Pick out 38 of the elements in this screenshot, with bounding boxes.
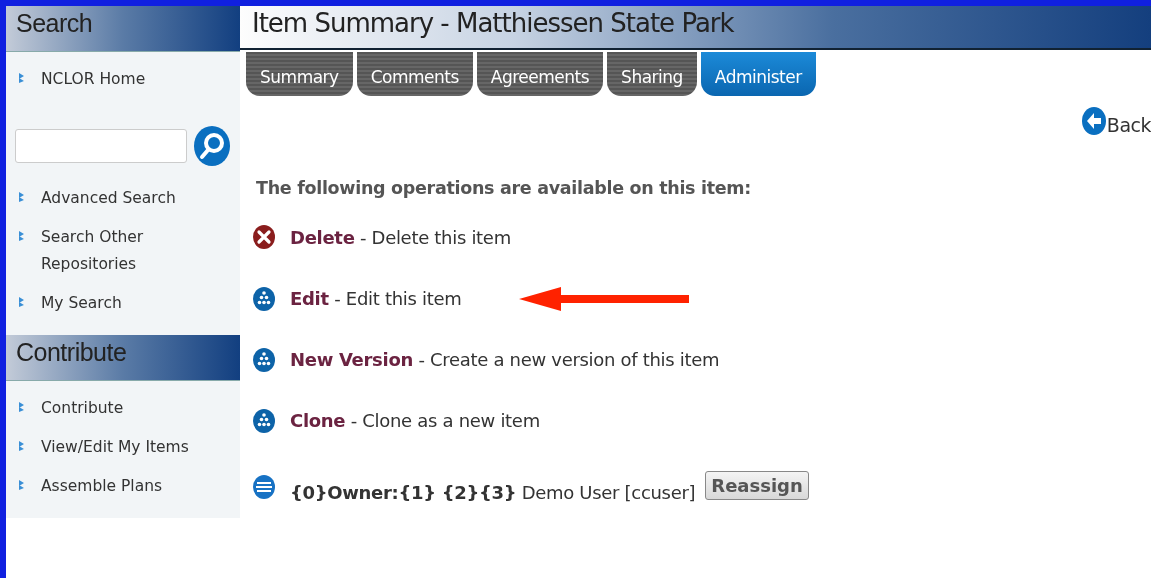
operation-text: Clone - Clone as a new item [290, 410, 540, 431]
sidebar-link[interactable]: Contribute [41, 395, 201, 422]
search-icon[interactable] [193, 125, 231, 167]
section-header: Search [6, 6, 240, 52]
sidebar-link[interactable]: View/Edit My Items [41, 434, 201, 461]
sidebar-link[interactable]: My Search [41, 290, 201, 317]
bullet-icon [18, 191, 25, 203]
bullet-icon [18, 72, 25, 84]
tab[interactable]: Sharing [607, 52, 697, 96]
list-icon [252, 474, 276, 500]
owner-text: {0}Owner:{1} {2}{3} Demo User [ccuser] [290, 481, 696, 503]
dots-icon [252, 285, 276, 312]
search-field[interactable] [15, 129, 187, 163]
dots-icon [252, 346, 276, 373]
bullet-icon [18, 296, 25, 308]
tab[interactable]: Agreements [476, 52, 604, 96]
bullet-icon [18, 479, 25, 491]
bullet-icon [18, 440, 25, 452]
sidebar-link[interactable]: Assemble Plans [41, 473, 201, 500]
reassign-button[interactable]: Reassign [705, 470, 809, 500]
bullet-icon [18, 401, 25, 413]
sidebar-link[interactable]: Search Other Repositories [41, 224, 201, 278]
dots-icon [252, 407, 276, 434]
operation-text: Delete - Delete this item [290, 226, 511, 248]
page-title: Item Summary - Matthiessen State Park [240, 6, 1151, 50]
sidebar-link[interactable]: Advanced Search [41, 185, 201, 212]
tab[interactable]: Administer [700, 52, 816, 96]
back-link[interactable]: Back [1080, 106, 1151, 136]
bullet-icon [18, 230, 25, 242]
sidebar-link[interactable]: NCLOR Home [41, 66, 201, 93]
operations-heading: The following operations are available on this item: [255, 177, 752, 200]
section-header: Contribute [6, 335, 240, 381]
back-icon [1080, 106, 1107, 136]
tab[interactable]: Summary [246, 52, 353, 96]
tab[interactable]: Comments [356, 52, 473, 96]
operation-text: Edit - Edit this item [290, 288, 462, 309]
delete-icon [252, 224, 276, 250]
operation-text: New Version - Create a new version of this item [290, 349, 720, 370]
